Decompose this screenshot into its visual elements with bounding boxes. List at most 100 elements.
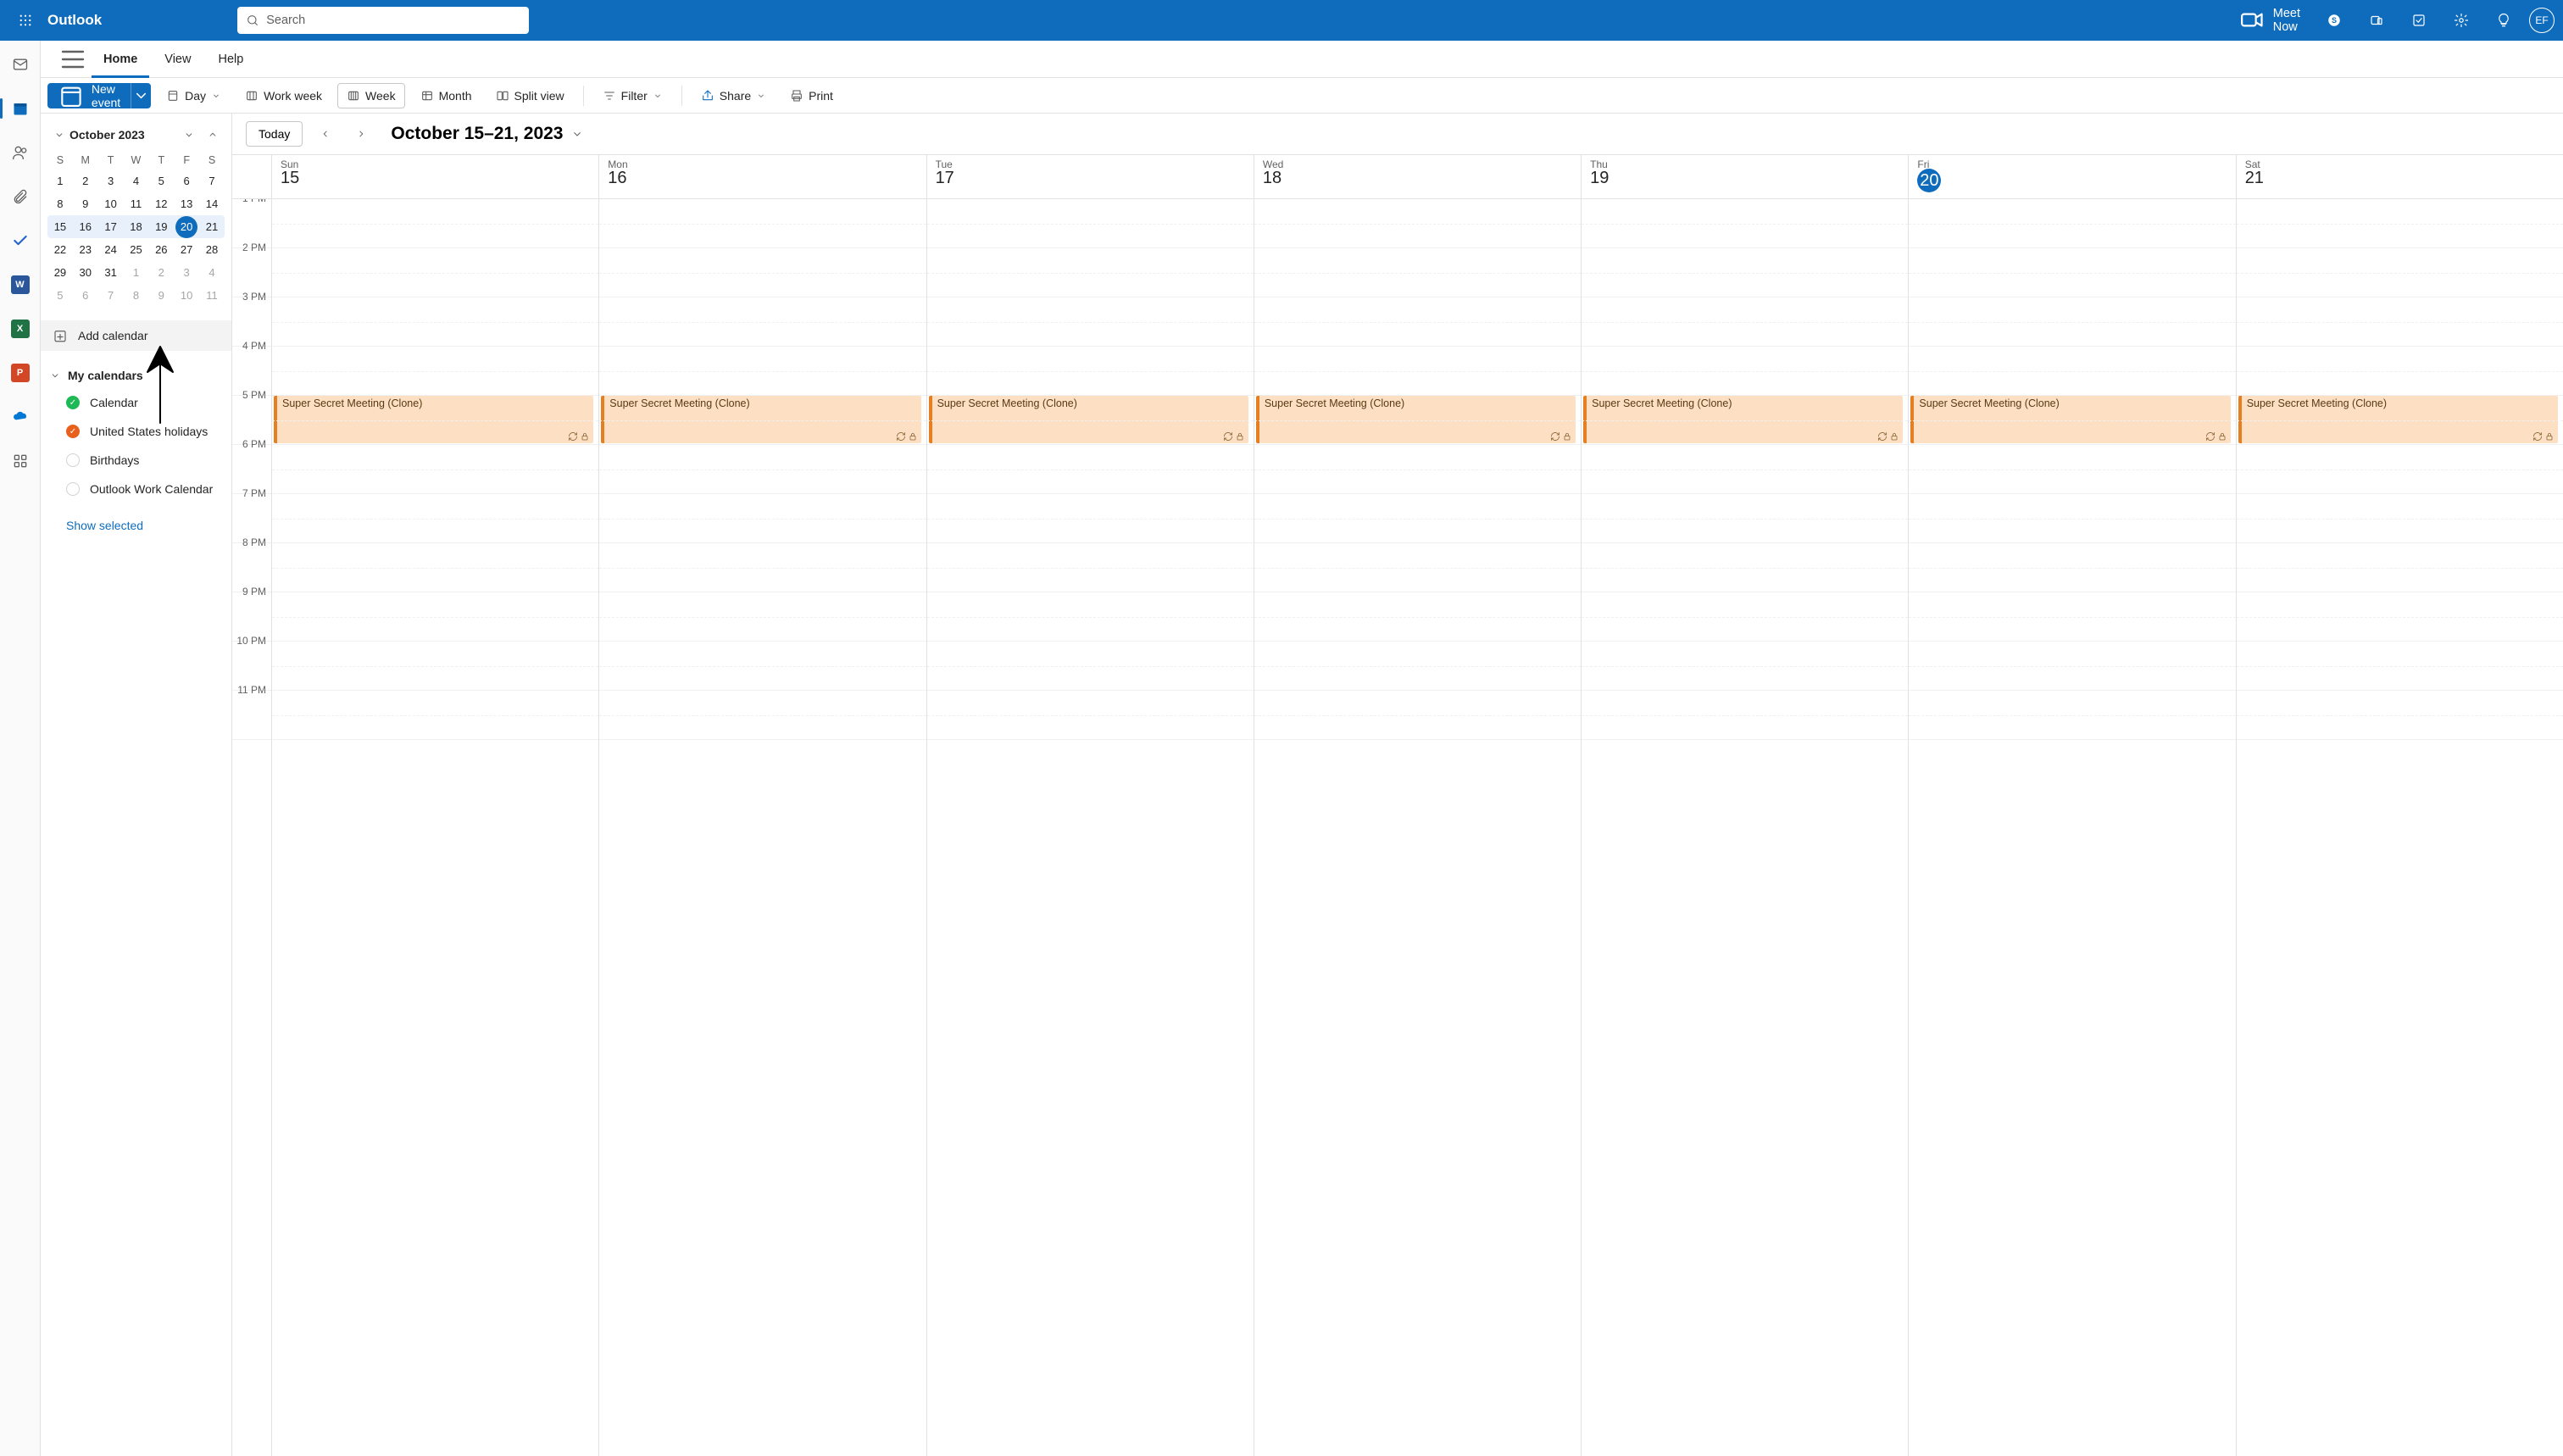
prev-week-button[interactable]	[313, 121, 338, 147]
next-month-button[interactable]	[203, 125, 223, 145]
minicalendar-day[interactable]: 2	[73, 169, 98, 192]
view-week-button[interactable]: Week	[337, 83, 405, 108]
rail-mail[interactable]	[3, 53, 37, 76]
search-input[interactable]: Search	[237, 7, 529, 34]
minicalendar-day[interactable]: 29	[47, 261, 73, 284]
minicalendar-day[interactable]: 3	[98, 169, 124, 192]
minicalendar-day[interactable]: 10	[98, 192, 124, 215]
minicalendar-day[interactable]: 8	[124, 284, 149, 307]
minicalendar-day[interactable]: 22	[47, 238, 73, 261]
minicalendar-day[interactable]: 23	[73, 238, 98, 261]
rail-files[interactable]	[3, 185, 37, 208]
next-week-button[interactable]	[348, 121, 374, 147]
tab-home[interactable]: Home	[92, 41, 149, 78]
rail-calendar[interactable]	[3, 97, 37, 120]
minicalendar-day[interactable]: 1	[47, 169, 73, 192]
app-launcher-icon[interactable]	[8, 3, 42, 37]
minicalendar-day[interactable]: 5	[47, 284, 73, 307]
minicalendar-day[interactable]: 9	[148, 284, 174, 307]
minicalendar-day[interactable]: 27	[174, 238, 199, 261]
new-event-button[interactable]: New event	[47, 83, 131, 108]
rail-todo[interactable]	[3, 229, 37, 253]
day-column[interactable]: Super Secret Meeting (Clone)	[1254, 199, 1581, 1456]
minicalendar-day[interactable]: 2	[148, 261, 174, 284]
minicalendar-day[interactable]: 21	[199, 215, 225, 238]
month-collapse-icon[interactable]	[49, 129, 69, 141]
day-column[interactable]: Super Secret Meeting (Clone)	[598, 199, 926, 1456]
minicalendar-day[interactable]: 8	[47, 192, 73, 215]
date-range-label[interactable]: October 15–21, 2023	[391, 124, 583, 144]
minicalendar-day[interactable]: 9	[73, 192, 98, 215]
add-calendar-button[interactable]: Add calendar	[41, 320, 231, 351]
day-column[interactable]: Super Secret Meeting (Clone)	[1581, 199, 1908, 1456]
todo-icon[interactable]	[2402, 3, 2436, 37]
calendar-event[interactable]: Super Secret Meeting (Clone)	[1583, 396, 1903, 443]
show-selected-link[interactable]: Show selected	[41, 519, 231, 532]
my-calendars-header[interactable]: My calendars	[49, 363, 223, 388]
account-avatar[interactable]: EF	[2529, 8, 2555, 33]
calendar-event[interactable]: Super Secret Meeting (Clone)	[2238, 396, 2558, 443]
rail-powerpoint[interactable]: P	[3, 361, 37, 385]
settings-icon[interactable]	[2444, 3, 2478, 37]
day-header[interactable]: Tue17	[926, 155, 1254, 198]
minicalendar-day[interactable]: 24	[98, 238, 124, 261]
day-column[interactable]: Super Secret Meeting (Clone)	[271, 199, 598, 1456]
minicalendar-day[interactable]: 6	[73, 284, 98, 307]
minicalendar-day[interactable]: 1	[124, 261, 149, 284]
minicalendar-day[interactable]: 16	[73, 215, 98, 238]
minicalendar-day[interactable]: 11	[199, 284, 225, 307]
rail-more-apps[interactable]	[3, 449, 37, 473]
minicalendar-day[interactable]: 7	[98, 284, 124, 307]
day-header[interactable]: Fri20	[1908, 155, 2235, 198]
share-button[interactable]: Share	[692, 83, 775, 108]
calendar-event[interactable]: Super Secret Meeting (Clone)	[274, 396, 593, 443]
minicalendar-day[interactable]: 14	[199, 192, 225, 215]
minicalendar-day[interactable]: 30	[73, 261, 98, 284]
minicalendar-day[interactable]: 31	[98, 261, 124, 284]
day-column[interactable]: Super Secret Meeting (Clone)	[2236, 199, 2563, 1456]
split-view-button[interactable]: Split view	[487, 83, 573, 108]
skype-icon[interactable]: S	[2317, 3, 2351, 37]
day-column[interactable]: Super Secret Meeting (Clone)	[1908, 199, 2235, 1456]
tab-view[interactable]: View	[153, 41, 203, 78]
calendar-list-item[interactable]: ✓United States holidays	[49, 417, 223, 446]
hamburger-icon[interactable]	[58, 44, 88, 75]
minicalendar-day[interactable]: 17	[98, 215, 124, 238]
prev-month-button[interactable]	[179, 125, 199, 145]
minicalendar-day[interactable]: 4	[124, 169, 149, 192]
minicalendar-day[interactable]: 20	[174, 215, 199, 238]
rail-word[interactable]: W	[3, 273, 37, 297]
minicalendar-day[interactable]: 13	[174, 192, 199, 215]
print-button[interactable]: Print	[781, 83, 842, 108]
minicalendar-day[interactable]: 4	[199, 261, 225, 284]
day-header[interactable]: Wed18	[1254, 155, 1581, 198]
minicalendar-day[interactable]: 11	[124, 192, 149, 215]
meet-now-button[interactable]: Meet Now	[2230, 6, 2309, 34]
filter-button[interactable]: Filter	[594, 83, 671, 108]
calendar-event[interactable]: Super Secret Meeting (Clone)	[1256, 396, 1576, 443]
calendar-list-item[interactable]: Birthdays	[49, 446, 223, 475]
minicalendar-day[interactable]: 12	[148, 192, 174, 215]
calendar-event[interactable]: Super Secret Meeting (Clone)	[929, 396, 1248, 443]
today-button[interactable]: Today	[246, 121, 303, 147]
minicalendar-day[interactable]: 3	[174, 261, 199, 284]
calendar-event[interactable]: Super Secret Meeting (Clone)	[601, 396, 920, 443]
calendar-list-item[interactable]: Outlook Work Calendar	[49, 475, 223, 503]
day-header[interactable]: Thu19	[1581, 155, 1908, 198]
minicalendar-day[interactable]: 18	[124, 215, 149, 238]
minicalendar-day[interactable]: 6	[174, 169, 199, 192]
view-month-button[interactable]: Month	[412, 83, 481, 108]
rail-onedrive[interactable]	[3, 405, 37, 429]
minicalendar-day[interactable]: 7	[199, 169, 225, 192]
rail-excel[interactable]: X	[3, 317, 37, 341]
minicalendar-day[interactable]: 28	[199, 238, 225, 261]
tips-icon[interactable]	[2487, 3, 2521, 37]
teams-icon[interactable]	[2360, 3, 2393, 37]
rail-people[interactable]	[3, 141, 37, 164]
tab-help[interactable]: Help	[206, 41, 255, 78]
minicalendar-day[interactable]: 5	[148, 169, 174, 192]
minicalendar-day[interactable]: 26	[148, 238, 174, 261]
calendar-list-item[interactable]: ✓Calendar	[49, 388, 223, 417]
day-column[interactable]: Super Secret Meeting (Clone)	[926, 199, 1254, 1456]
view-workweek-button[interactable]: Work week	[236, 83, 331, 108]
